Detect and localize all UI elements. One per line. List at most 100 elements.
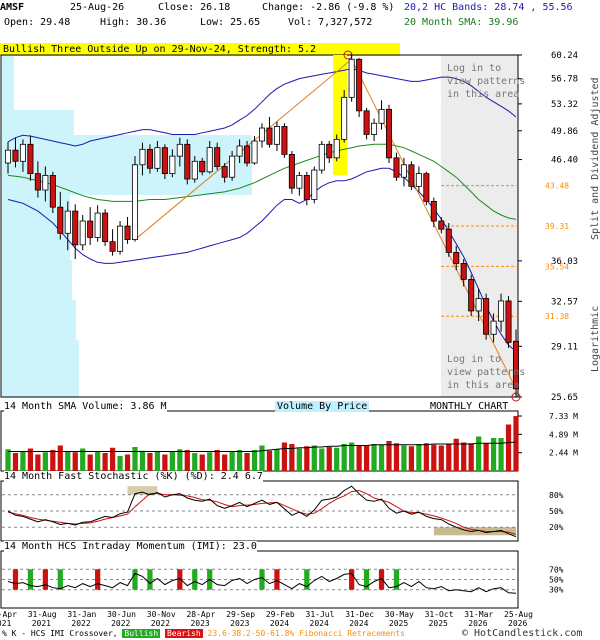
candle-body xyxy=(57,206,64,234)
volume-bar xyxy=(341,444,347,471)
footer-legend: % K - HCS IMI Crossover, Bullish Bearish… xyxy=(2,629,405,638)
fib-level-label: 35.54 xyxy=(545,262,569,271)
candle-body xyxy=(4,149,12,164)
candle-body xyxy=(49,175,56,208)
candle-body xyxy=(363,110,370,135)
monthly-chart-label: MONTHLY CHART xyxy=(430,401,509,412)
copyright[interactable]: © HotCandlestick.com xyxy=(462,628,582,639)
fib-level-label: 31.38 xyxy=(545,312,569,321)
candle-body xyxy=(408,164,415,187)
momentum-y-label: 30% xyxy=(549,586,564,595)
candle-body xyxy=(79,220,86,246)
volume-bar xyxy=(371,444,377,471)
y-tick-label: 49.86 xyxy=(551,127,578,137)
x-tick-year: 2025 xyxy=(429,619,448,628)
volume-bar xyxy=(65,451,71,471)
candle-body xyxy=(102,212,109,243)
momentum-y-label: 50% xyxy=(549,576,564,585)
y-tick-label: 53.32 xyxy=(551,100,578,110)
candle-body xyxy=(64,210,71,234)
volume-bar xyxy=(199,454,205,471)
volume-bar xyxy=(304,446,310,471)
x-tick-label: 31-Jan xyxy=(67,610,96,619)
volume-bar xyxy=(42,452,48,471)
volume-by-price-bar xyxy=(2,55,14,110)
candle-body xyxy=(244,145,251,164)
candle-body xyxy=(356,58,363,112)
x-tick-label: 31-Dec xyxy=(345,610,374,619)
y-tick-label: 25.65 xyxy=(551,393,578,403)
x-tick-label: 25-Aug xyxy=(504,610,533,619)
volume-bar xyxy=(401,445,407,471)
candle-body xyxy=(258,127,266,142)
x-tick-year: 2024 xyxy=(349,619,368,628)
y-tick-label: 46.40 xyxy=(551,156,578,166)
candle-body xyxy=(423,173,430,202)
candle-body xyxy=(296,175,303,189)
volume-bar xyxy=(319,448,325,471)
momentum-y-label: 70% xyxy=(549,565,564,574)
candle-body xyxy=(445,228,452,253)
candle-body xyxy=(333,138,340,159)
candle-body xyxy=(139,148,146,166)
candle-body xyxy=(378,108,385,124)
volume-bar xyxy=(259,445,265,471)
candle-body xyxy=(169,155,176,175)
volume-bar xyxy=(461,442,467,471)
x-tick-label: 31-Aug xyxy=(28,610,57,619)
volume-bar xyxy=(12,453,19,471)
candle-body xyxy=(505,300,512,343)
candle-body xyxy=(483,298,490,335)
candle-body xyxy=(236,145,243,157)
candle-body xyxy=(400,164,407,178)
volume-bar xyxy=(251,450,258,471)
login-note-top[interactable]: Log in to view patterns in this area xyxy=(447,62,525,101)
stochastic-y-label: 80% xyxy=(549,491,564,500)
candle-body xyxy=(348,58,355,98)
login-note-bottom[interactable]: Log in to view patterns in this area xyxy=(447,353,525,392)
x-tick-label: 29-Sep xyxy=(226,610,255,619)
volume-bar xyxy=(438,445,444,471)
volume-bar xyxy=(476,436,482,471)
volume-bar xyxy=(334,447,340,471)
bullish-badge: Bullish xyxy=(122,629,161,638)
volume-bar xyxy=(50,450,56,471)
volume-bar xyxy=(423,443,429,471)
volume-panel-label: 14 Month SMA Volume: 3.86 M xyxy=(4,401,167,412)
candle-body xyxy=(475,298,482,312)
volume-bar xyxy=(431,444,437,471)
login-note-bottom-line3: in this area xyxy=(447,380,520,391)
y-tick-label: 56.78 xyxy=(551,75,578,85)
volume-bar xyxy=(326,447,332,471)
candle-body xyxy=(385,108,393,159)
fib-legend: 23.6-38.2-50-61.8% Fibonacci Retracement… xyxy=(207,629,405,638)
candle-body xyxy=(184,143,191,180)
stochastic-y-label: 50% xyxy=(549,507,564,516)
candle-body xyxy=(430,200,437,222)
volume-bar xyxy=(57,445,63,471)
bearish-signal-bar xyxy=(42,569,48,590)
volume-bar xyxy=(222,454,228,471)
x-tick-label: 31-Oct xyxy=(425,610,454,619)
momentum-panel-label: 14 Month HCS Intraday Momentum (IMI): 23… xyxy=(4,541,257,552)
stochastic-panel-label: 14 Month Fast Stochastic (%K) (%D): 2.4 … xyxy=(4,471,263,482)
candle-body xyxy=(131,164,139,240)
x-tick-label: 30-Jun xyxy=(107,610,136,619)
candle-body xyxy=(490,320,497,335)
candle-body xyxy=(326,143,333,159)
candle-body xyxy=(415,173,422,187)
login-note-top-line3: in this area xyxy=(447,89,520,100)
x-tick-label: 30-Nov xyxy=(147,610,176,619)
candle-body xyxy=(214,147,221,167)
candle-body xyxy=(27,143,34,175)
candle-body xyxy=(438,220,445,230)
login-note-bottom-line2: view patterns xyxy=(447,367,526,378)
login-note-top-line2: view patterns xyxy=(447,76,526,87)
candle-body xyxy=(154,147,161,169)
volume-bar xyxy=(154,451,161,471)
volume-bar xyxy=(147,453,153,471)
volume-bar xyxy=(408,446,415,471)
x-tick-label: 28-Apr xyxy=(186,610,215,619)
candle-body xyxy=(109,241,116,252)
volume-bar xyxy=(95,451,101,471)
